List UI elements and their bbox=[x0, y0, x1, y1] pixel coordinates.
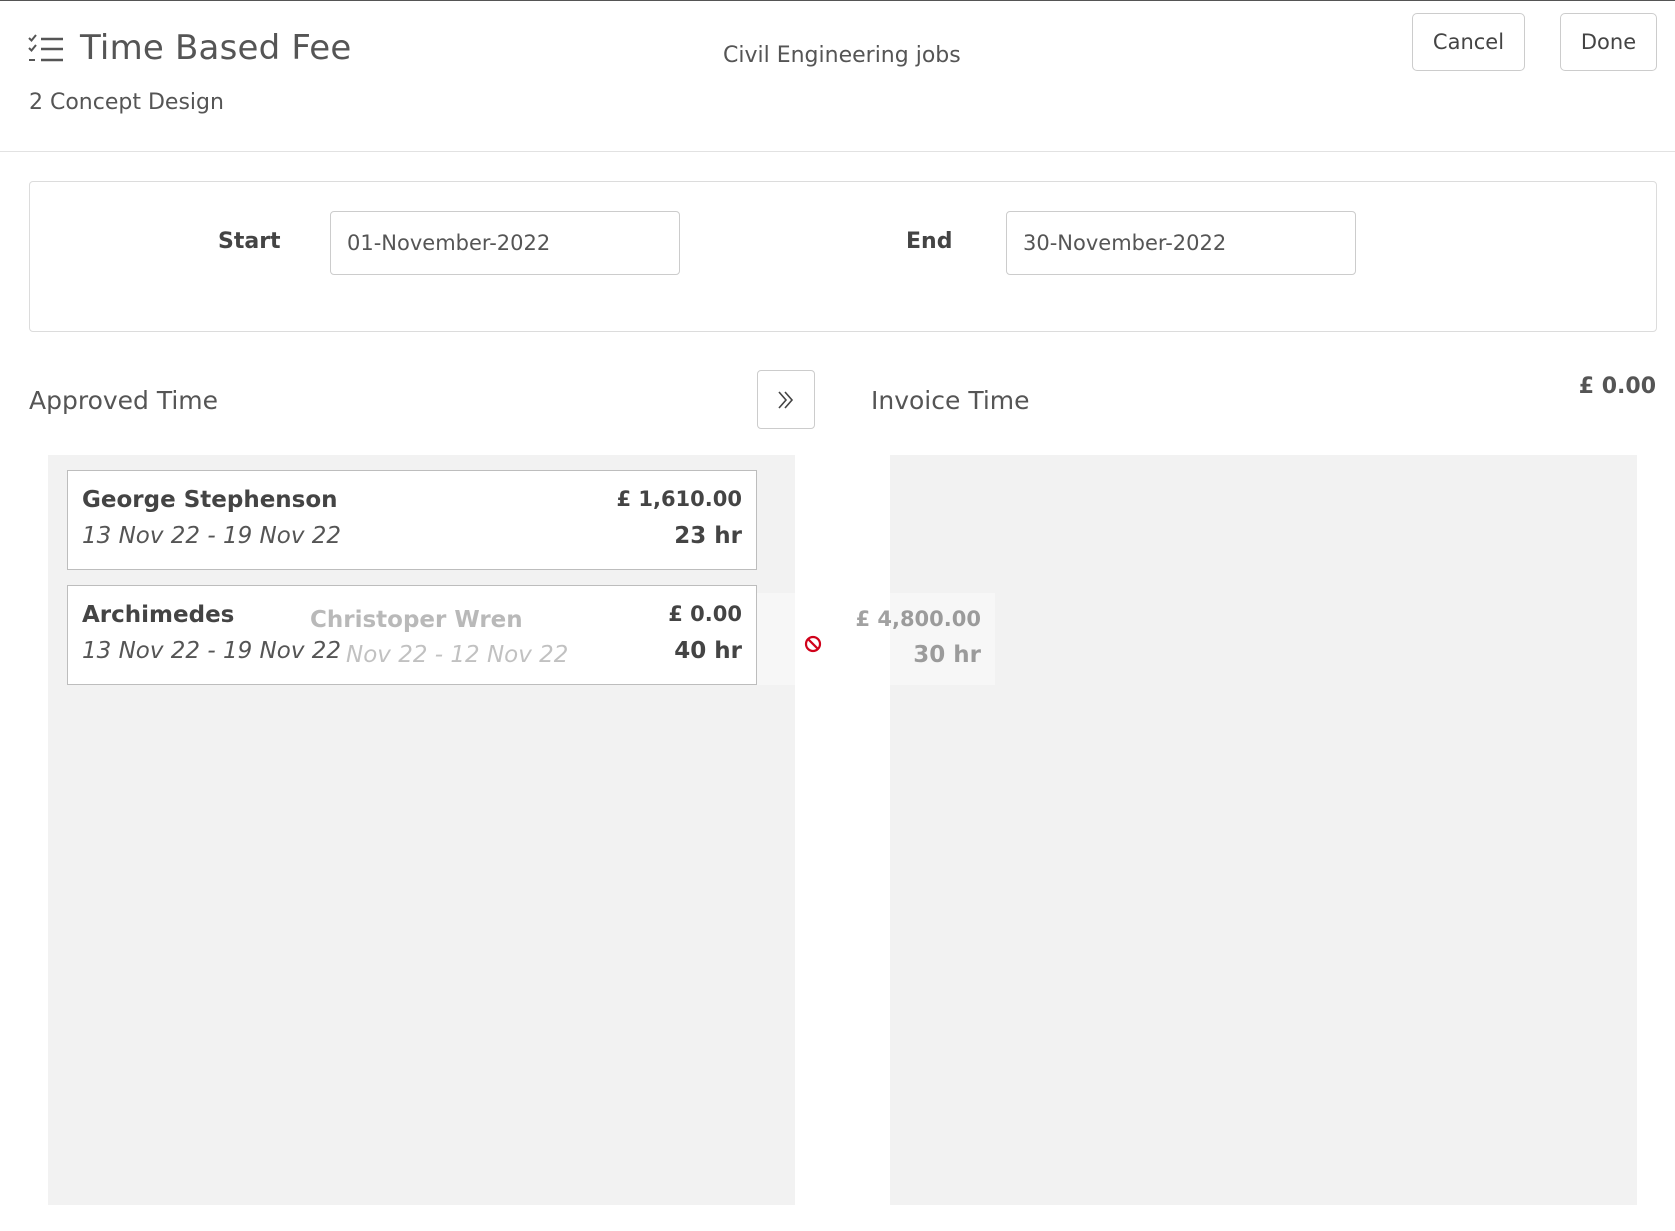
cancel-button[interactable]: Cancel bbox=[1412, 13, 1525, 71]
date-range-panel bbox=[29, 181, 1657, 332]
start-date-input[interactable] bbox=[330, 211, 680, 275]
header: Time Based Fee 2 Concept Design Civil En… bbox=[0, 1, 1675, 152]
start-label: Start bbox=[218, 229, 281, 254]
no-drop-icon bbox=[804, 635, 822, 653]
entry-amount: £ 0.00 bbox=[668, 602, 742, 626]
entry-date-range: 13 Nov 22 - 19 Nov 22 bbox=[82, 523, 342, 549]
app-frame: Time Based Fee 2 Concept Design Civil En… bbox=[0, 0, 1675, 1231]
invoice-time-heading: Invoice Time bbox=[871, 386, 1030, 415]
end-date-input[interactable] bbox=[1006, 211, 1356, 275]
time-entry-card[interactable]: Archimedes 13 Nov 22 - 19 Nov 22 £ 0.00 … bbox=[67, 585, 757, 685]
checklist-icon bbox=[28, 34, 63, 62]
project-title: Civil Engineering jobs bbox=[723, 43, 961, 68]
entry-amount: £ 1,610.00 bbox=[616, 487, 742, 511]
move-to-invoice-button[interactable] bbox=[757, 370, 815, 429]
approved-time-heading: Approved Time bbox=[29, 386, 219, 415]
page-subtitle: 2 Concept Design bbox=[29, 90, 224, 115]
entry-date-range: 13 Nov 22 - 19 Nov 22 bbox=[82, 638, 342, 664]
entry-hours: 23 hr bbox=[674, 523, 742, 549]
entry-hours: 40 hr bbox=[674, 638, 742, 664]
end-label: End bbox=[906, 229, 953, 254]
page-title: Time Based Fee bbox=[80, 28, 352, 68]
invoice-total: £ 0.00 bbox=[1578, 374, 1656, 399]
entry-name: Archimedes bbox=[82, 602, 235, 628]
done-button[interactable]: Done bbox=[1560, 13, 1657, 71]
double-chevron-right-icon bbox=[778, 390, 794, 409]
time-entry-card[interactable]: George Stephenson 13 Nov 22 - 19 Nov 22 … bbox=[67, 470, 757, 570]
invoice-time-list[interactable] bbox=[890, 455, 1637, 1205]
entry-name: George Stephenson bbox=[82, 487, 338, 513]
